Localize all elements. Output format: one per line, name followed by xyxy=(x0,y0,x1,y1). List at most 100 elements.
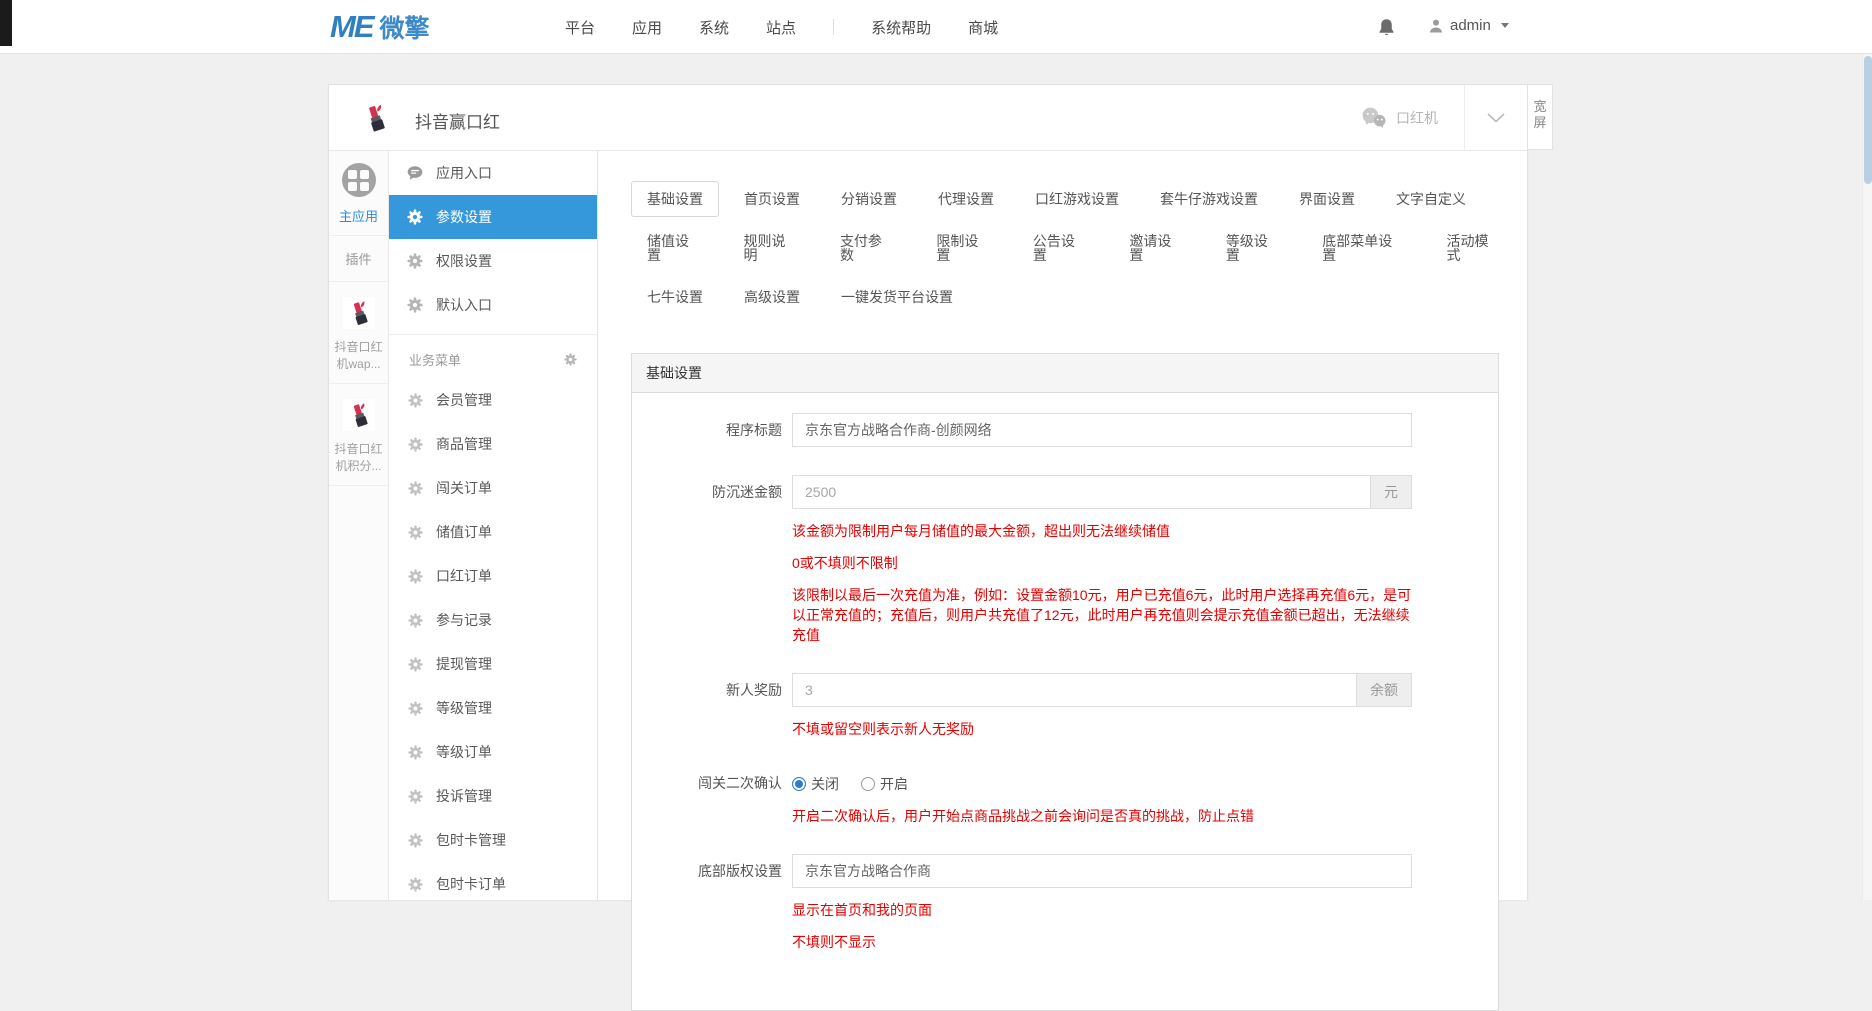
field-control: 显示在首页和我的页面不填则不显示 xyxy=(792,854,1412,952)
radio-icon xyxy=(861,777,875,791)
field-label: 新人奖励 xyxy=(650,673,782,739)
tab-1-4[interactable]: 公告设置 xyxy=(1017,223,1104,273)
radio-option-1[interactable]: 开启 xyxy=(861,774,908,794)
menu-item-0[interactable]: 应用入口 xyxy=(389,151,597,195)
tab-1-7[interactable]: 底部菜单设置 xyxy=(1306,223,1421,273)
tab-0-4[interactable]: 口红游戏设置 xyxy=(1019,181,1135,217)
top-menu-item-3[interactable]: 站点 xyxy=(766,17,796,38)
menu-item-label: 会员管理 xyxy=(436,390,492,410)
logo-brand-name: 微擎 xyxy=(380,9,430,45)
radio-option-0[interactable]: 关闭 xyxy=(792,774,839,794)
settings-panel: 基础设置 程序标题防沉迷金额元该金额为限制用户每月储值的最大金额，超出则无法继续… xyxy=(631,353,1499,1011)
menu-item-label: 提现管理 xyxy=(436,654,492,674)
main-app-grid-icon[interactable] xyxy=(342,163,376,197)
form-field-4: 底部版权设置显示在首页和我的页面不填则不显示 xyxy=(650,854,1498,952)
top-menu-item-1[interactable]: 应用 xyxy=(632,17,662,38)
lipstick-app-icon xyxy=(343,418,375,435)
input-group xyxy=(792,854,1412,888)
menu-item-biz-7[interactable]: 等级管理 xyxy=(389,686,597,730)
menu-item-biz-9[interactable]: 投诉管理 xyxy=(389,774,597,818)
logo[interactable]: ME 微擎 xyxy=(330,9,430,45)
menu-item-biz-6[interactable]: 提现管理 xyxy=(389,642,597,686)
side-menu: 应用入口参数设置权限设置默认入口业务菜单会员管理商品管理闯关订单储值订单口红订单… xyxy=(389,151,598,900)
menu-item-biz-3[interactable]: 储值订单 xyxy=(389,510,597,554)
tab-1-3[interactable]: 限制设置 xyxy=(920,223,1007,273)
widescreen-toggle[interactable]: 宽屏 xyxy=(1528,84,1553,150)
rail-main-app-label[interactable]: 主应用 xyxy=(329,206,388,225)
tab-0-0[interactable]: 基础设置 xyxy=(631,181,719,217)
field-input-4[interactable] xyxy=(792,854,1412,888)
tab-1-5[interactable]: 邀请设置 xyxy=(1113,223,1200,273)
tab-0-2[interactable]: 分销设置 xyxy=(825,181,913,217)
gear-icon xyxy=(407,789,423,804)
field-label: 程序标题 xyxy=(650,413,782,447)
tab-1-1[interactable]: 规则说明 xyxy=(727,223,814,273)
field-control: 余额不填或留空则表示新人无奖励 xyxy=(792,673,1412,739)
top-menu-item-4[interactable]: 系统帮助 xyxy=(871,17,931,38)
radio-label: 关闭 xyxy=(811,774,839,794)
menu-item-biz-1[interactable]: 商品管理 xyxy=(389,422,597,466)
tab-2-0[interactable]: 七牛设置 xyxy=(631,279,719,315)
tab-2-2[interactable]: 一键发货平台设置 xyxy=(825,279,969,315)
menu-item-3[interactable]: 默认入口 xyxy=(389,283,597,327)
app-header-right: 口红机 xyxy=(1360,85,1527,150)
tab-0-5[interactable]: 套牛仔游戏设置 xyxy=(1144,181,1274,217)
settings-tabs: 基础设置首页设置分销设置代理设置口红游戏设置套牛仔游戏设置界面设置文字自定义储值… xyxy=(631,181,1527,315)
menu-item-biz-8[interactable]: 等级订单 xyxy=(389,730,597,774)
field-input-0[interactable] xyxy=(792,413,1412,447)
scrollbar-track xyxy=(1862,0,1872,900)
form-field-0: 程序标题 xyxy=(650,413,1498,447)
top-menu-separator xyxy=(833,19,834,35)
menu-item-biz-5[interactable]: 参与记录 xyxy=(389,598,597,642)
menu-settings-gear-icon[interactable] xyxy=(564,353,577,366)
rail-app-0[interactable]: 抖音口红机wap... xyxy=(329,282,388,384)
tab-1-0[interactable]: 储值设置 xyxy=(631,223,718,273)
menu-item-biz-11[interactable]: 包时卡订单 xyxy=(389,862,597,906)
form-field-3: 闯关二次确认关闭开启开启二次确认后，用户开始点商品挑战之前会询问是否真的挑战，防… xyxy=(650,767,1498,826)
rail-apps: 抖音口红机wap... 抖音口红机积分... xyxy=(329,282,388,486)
menu-item-label: 默认入口 xyxy=(436,295,492,315)
field-control: 关闭开启开启二次确认后，用户开始点商品挑战之前会询问是否真的挑战，防止点错 xyxy=(792,767,1412,826)
top-menu-item-2[interactable]: 系统 xyxy=(699,17,729,38)
gear-icon xyxy=(407,569,423,584)
field-input-2[interactable] xyxy=(792,673,1357,707)
field-input-1[interactable] xyxy=(792,475,1371,509)
menu-item-label: 口红订单 xyxy=(436,566,492,586)
menu-section-title: 业务菜单 xyxy=(409,350,461,369)
gear-icon xyxy=(407,393,423,408)
top-menu-item-0[interactable]: 平台 xyxy=(565,17,595,38)
menu-item-2[interactable]: 权限设置 xyxy=(389,239,597,283)
field-help-text: 该金额为限制用户每月储值的最大金额，超出则无法继续储值 xyxy=(792,521,1412,541)
menu-item-1[interactable]: 参数设置 xyxy=(389,195,597,239)
tab-1-8[interactable]: 活动模式 xyxy=(1430,223,1517,273)
tab-0-3[interactable]: 代理设置 xyxy=(922,181,1010,217)
menu-item-biz-0[interactable]: 会员管理 xyxy=(389,378,597,422)
collapse-header-button[interactable] xyxy=(1465,85,1527,150)
scrollbar-thumb[interactable] xyxy=(1864,56,1872,184)
menu-item-biz-2[interactable]: 闯关订单 xyxy=(389,466,597,510)
menu-item-biz-10[interactable]: 包时卡管理 xyxy=(389,818,597,862)
rail-main-app[interactable]: 主应用 xyxy=(329,151,388,236)
menu-item-label: 应用入口 xyxy=(436,163,492,183)
user-icon xyxy=(1428,18,1444,34)
top-menu-item-5[interactable]: 商城 xyxy=(968,17,998,38)
user-menu[interactable]: admin xyxy=(1428,17,1509,34)
rail-plugins-label[interactable]: 插件 xyxy=(329,236,388,282)
tab-1-2[interactable]: 支付参数 xyxy=(824,223,911,273)
tab-0-7[interactable]: 文字自定义 xyxy=(1380,181,1482,217)
field-help-text: 0或不填则不限制 xyxy=(792,553,1412,573)
menu-item-biz-4[interactable]: 口红订单 xyxy=(389,554,597,598)
menu-section-header: 业务菜单 xyxy=(389,334,597,378)
input-addon: 余额 xyxy=(1357,673,1412,707)
rail-app-label: 抖音口红机积分... xyxy=(332,441,385,475)
content-area: 基础设置首页设置分销设置代理设置口红游戏设置套牛仔游戏设置界面设置文字自定义储值… xyxy=(598,151,1527,900)
tab-2-1[interactable]: 高级设置 xyxy=(728,279,816,315)
comment-icon xyxy=(407,165,423,181)
gear-icon xyxy=(407,745,423,760)
account-selector[interactable]: 口红机 xyxy=(1360,107,1464,128)
notification-bell-icon[interactable] xyxy=(1378,18,1395,42)
tab-1-6[interactable]: 等级设置 xyxy=(1210,223,1297,273)
tab-0-1[interactable]: 首页设置 xyxy=(728,181,816,217)
rail-app-1[interactable]: 抖音口红机积分... xyxy=(329,384,388,486)
tab-0-6[interactable]: 界面设置 xyxy=(1283,181,1371,217)
